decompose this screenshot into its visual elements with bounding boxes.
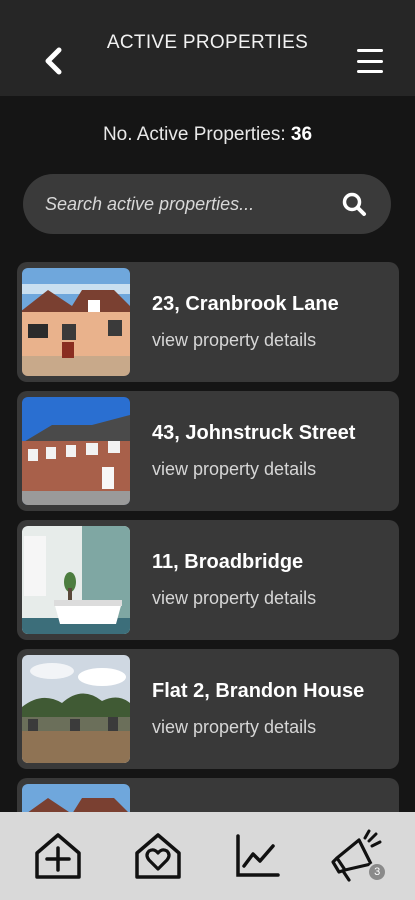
- favourite-house-icon: [134, 833, 181, 879]
- top-bar: ACTIVE PROPERTIES: [0, 0, 415, 96]
- chevron-left-icon: [45, 47, 62, 75]
- view-details-link[interactable]: view property details: [152, 330, 339, 351]
- property-address: Flat 2, Brandon House: [152, 680, 365, 702]
- property-photo: [22, 526, 130, 634]
- view-details-link[interactable]: view property details: [152, 588, 316, 609]
- active-count: No. Active Properties: 36: [0, 124, 415, 146]
- property-address: 43, Johnstruck Street: [152, 422, 356, 444]
- property-photo: [22, 655, 130, 763]
- notification-badge: 3: [367, 862, 388, 882]
- view-details-link[interactable]: view property details: [152, 717, 364, 738]
- search-bar: [23, 174, 391, 234]
- view-details-link[interactable]: view property details: [152, 459, 355, 480]
- property-address: 23, Cranbrook Lane: [152, 293, 339, 315]
- active-count-value: 36: [290, 124, 313, 145]
- back-button[interactable]: [36, 42, 70, 80]
- menu-button[interactable]: [355, 46, 385, 76]
- property-card[interactable]: Flat 2, Brandon House view property deta…: [17, 649, 399, 769]
- add-property-icon: [35, 833, 81, 879]
- search-input[interactable]: [45, 193, 339, 215]
- hamburger-menu-icon: [357, 49, 383, 52]
- bottom-nav: 3: [0, 812, 415, 900]
- nav-announcements[interactable]: 3: [329, 828, 388, 884]
- property-photo: [22, 268, 130, 376]
- search-icon: [342, 192, 366, 216]
- active-count-label: No. Active Properties:: [102, 124, 286, 145]
- nav-add-property[interactable]: [30, 828, 86, 884]
- property-card[interactable]: 43, Johnstruck Street view property deta…: [17, 391, 399, 511]
- app-screen: ACTIVE PROPERTIES No. Active Properties:…: [0, 0, 415, 900]
- nav-favourites[interactable]: [130, 828, 186, 884]
- page-title: ACTIVE PROPERTIES: [106, 32, 309, 53]
- property-card[interactable]: 23, Cranbrook Lane view property details: [17, 262, 399, 382]
- property-card[interactable]: 11, Broadbridge view property details: [17, 520, 399, 640]
- property-photo: [22, 397, 130, 505]
- chart-icon: [236, 834, 281, 877]
- property-address: 11, Broadbridge: [152, 551, 304, 573]
- nav-analytics[interactable]: [229, 828, 285, 884]
- search-button[interactable]: [339, 189, 369, 219]
- property-list: 23, Cranbrook Lane view property details: [17, 262, 399, 900]
